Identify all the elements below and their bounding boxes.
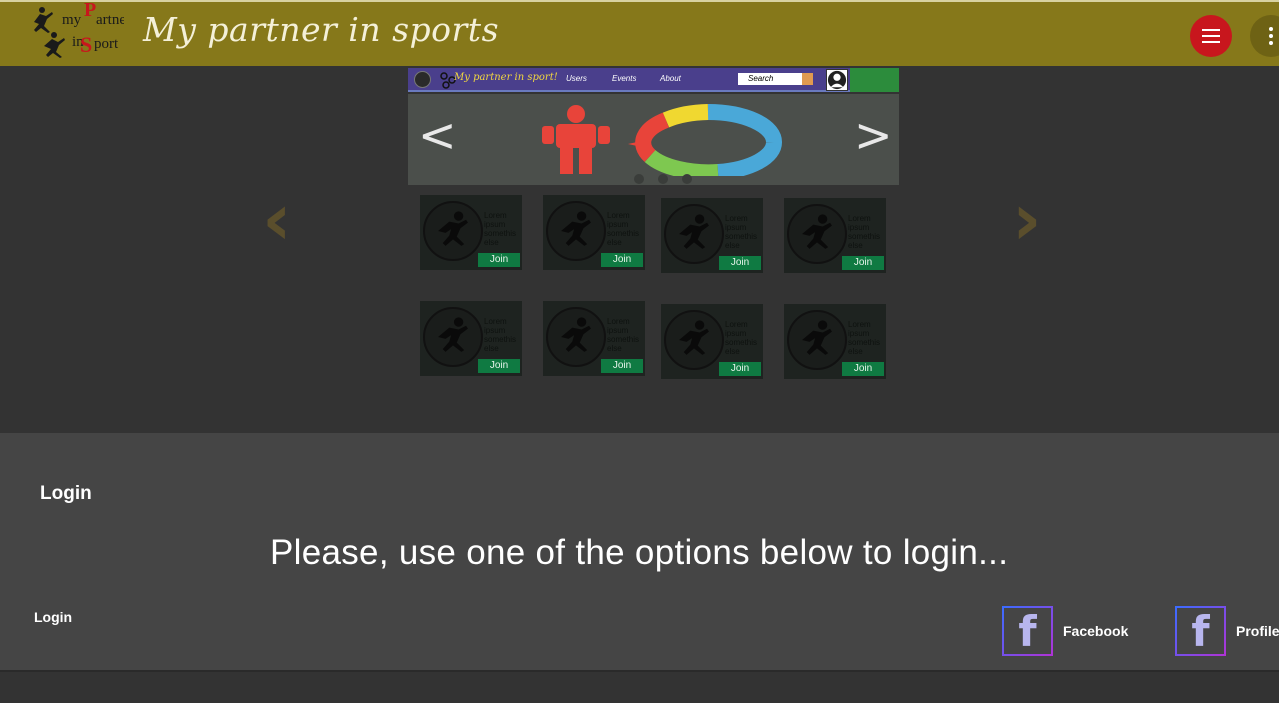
profile-login-option[interactable]: f Profile: [1175, 606, 1279, 656]
event-card: Lorem ipsum somethis else Join: [784, 198, 886, 273]
event-card: Lorem ipsum somethis else Join: [420, 195, 522, 270]
svg-text:port: port: [94, 36, 119, 52]
preview-nav-about: About: [660, 74, 681, 83]
runner-icon: [423, 307, 483, 367]
chevron-left-icon[interactable]: ‹: [262, 183, 292, 255]
slide-dot[interactable]: [634, 174, 644, 184]
join-button[interactable]: Join: [719, 256, 761, 270]
join-button[interactable]: Join: [478, 253, 520, 267]
footer: [0, 670, 1279, 703]
top-app-bar: my P artner in S port My partner in spor…: [0, 0, 1279, 66]
event-card: Lorem ipsum somethis else Join: [661, 304, 763, 379]
card-text: Lorem ipsum somethis else: [848, 320, 881, 356]
join-button[interactable]: Join: [842, 362, 884, 376]
svg-text:artner: artner: [96, 12, 124, 28]
slide-indicators: [634, 174, 692, 184]
preview-nav-users: Users: [566, 74, 587, 83]
person-chart-illustration: [542, 104, 782, 176]
event-card: Lorem ipsum somethis else Join: [661, 198, 763, 273]
hamburger-icon[interactable]: [1190, 15, 1232, 57]
card-text: Lorem ipsum somethis else: [725, 320, 758, 356]
logo[interactable]: my P artner in S port: [26, 2, 124, 66]
runner-icon: [546, 307, 606, 367]
svg-text:my: my: [62, 12, 82, 28]
runner-icon: [787, 204, 847, 264]
join-button[interactable]: Join: [719, 362, 761, 376]
event-card: Lorem ipsum somethis else Join: [784, 304, 886, 379]
user-avatar-icon: [826, 69, 848, 91]
card-text: Lorem ipsum somethis else: [607, 211, 640, 247]
event-card: Lorem ipsum somethis else Join: [420, 301, 522, 376]
event-card: Lorem ipsum somethis else Join: [543, 195, 645, 270]
join-button[interactable]: Join: [478, 359, 520, 373]
facebook-icon[interactable]: f: [1002, 606, 1053, 656]
join-button[interactable]: Join: [842, 256, 884, 270]
login-message: Please, use one of the options below to …: [270, 533, 1009, 572]
preview-nav-events: Events: [612, 74, 637, 83]
login-sub-label: Login: [34, 609, 73, 625]
preview-search-button: [802, 73, 813, 85]
slide-dot[interactable]: [658, 174, 668, 184]
facebook-login-option[interactable]: f Facebook: [1002, 606, 1128, 656]
login-title: Login: [40, 483, 92, 504]
chevron-right-icon[interactable]: ›: [1012, 183, 1042, 255]
preview-slide: < >: [408, 94, 899, 185]
join-button[interactable]: Join: [601, 253, 643, 267]
preview-prev-arrow: <: [418, 108, 457, 162]
app-title: My partner in sports: [143, 10, 500, 49]
preview-menu-icon: [414, 71, 431, 88]
card-text: Lorem ipsum somethis else: [607, 317, 640, 353]
slide-dot[interactable]: [682, 174, 692, 184]
facebook-icon[interactable]: f: [1175, 606, 1226, 656]
screenshot-preview: My partner in sport! Users Events About …: [408, 68, 899, 185]
card-text: Lorem ipsum somethis else: [725, 214, 758, 250]
preview-green-block: [850, 68, 899, 92]
preview-navbar: My partner in sport! Users Events About …: [408, 68, 899, 92]
card-text: Lorem ipsum somethis else: [484, 317, 517, 353]
more-vertical-icon[interactable]: [1250, 15, 1279, 57]
runner-icon: [664, 204, 724, 264]
card-text: Lorem ipsum somethis else: [848, 214, 881, 250]
svg-text:P: P: [84, 2, 96, 21]
runner-icon: [423, 201, 483, 261]
card-text: Lorem ipsum somethis else: [484, 211, 517, 247]
login-panel: Login Please, use one of the options bel…: [0, 433, 1279, 670]
event-card: Lorem ipsum somethis else Join: [543, 301, 645, 376]
join-button[interactable]: Join: [601, 359, 643, 373]
preview-search: Search: [738, 73, 802, 85]
svg-text:S: S: [80, 32, 92, 57]
preview-brand: My partner in sport!: [454, 72, 558, 83]
facebook-label[interactable]: Facebook: [1063, 623, 1128, 639]
runner-icon: [787, 310, 847, 370]
preview-next-arrow: >: [854, 108, 893, 162]
runner-icon: [546, 201, 606, 261]
profile-label[interactable]: Profile: [1236, 623, 1279, 639]
runner-icon: [664, 310, 724, 370]
